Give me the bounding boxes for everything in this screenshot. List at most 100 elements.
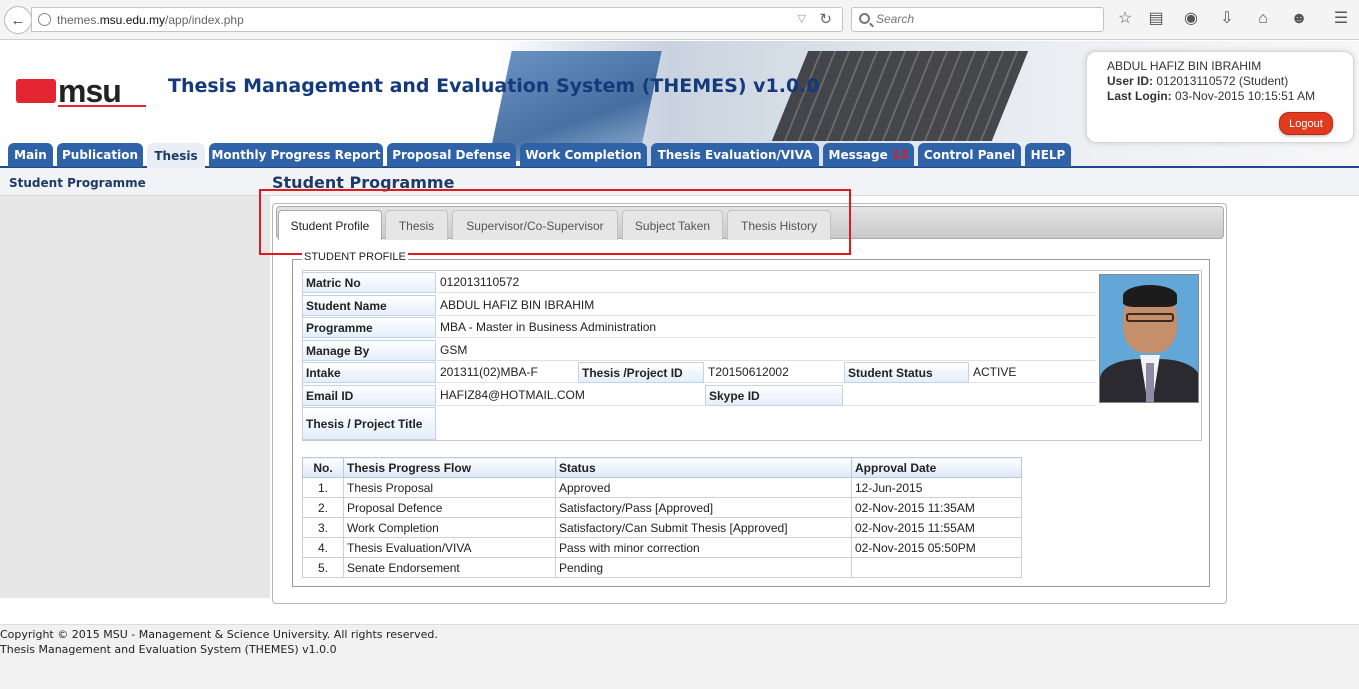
row-status: Satisfactory/Pass [Approved] <box>555 497 852 518</box>
nav-tab-monthly-progress-report[interactable]: Monthly Progress Report <box>209 143 383 167</box>
search-icon <box>859 13 870 24</box>
row-flow: Work Completion <box>343 517 556 538</box>
photo-hair <box>1123 285 1177 307</box>
footer-copyright: Copyright © 2015 MSU - Management & Scie… <box>0 628 438 641</box>
menu-icon[interactable]: ☰ <box>1331 9 1351 29</box>
row-date: 02-Nov-2015 11:55AM <box>851 517 1022 538</box>
browser-search-box[interactable] <box>851 7 1104 32</box>
chat-icon[interactable]: ☻ <box>1289 9 1309 29</box>
row-status: Approved <box>555 477 852 498</box>
student-name-value: ABDUL HAFIZ BIN IBRAHIM <box>437 295 1096 316</box>
home-icon[interactable]: ⌂ <box>1253 9 1273 29</box>
project-title-label: Thesis / Project Title <box>302 407 436 440</box>
nav-tab-control-panel[interactable]: Control Panel <box>918 143 1021 167</box>
browser-toolbar: ← themes.msu.edu.my/app/index.php ▽ ↻ ☆ … <box>0 0 1359 40</box>
col-flow-header: Thesis Progress Flow <box>343 457 556 478</box>
manage-by-label: Manage By <box>302 340 436 361</box>
table-row: 4. Thesis Evaluation/VIVA Pass with mino… <box>302 537 1022 558</box>
student-name-label: Student Name <box>302 295 436 316</box>
project-id-label: Thesis /Project ID <box>578 362 704 383</box>
app-title: Thesis Management and Evaluation System … <box>168 75 820 97</box>
fieldset-legend: STUDENT PROFILE <box>302 251 408 263</box>
intake-value: 201311(02)MBA-F <box>437 362 577 383</box>
table-header-row: No. Thesis Progress Flow Status Approval… <box>302 457 1022 478</box>
col-no-header: No. <box>302 457 344 478</box>
message-count-badge: 13 <box>891 148 909 162</box>
matric-label: Matric No <box>302 272 436 293</box>
programme-label: Programme <box>302 317 436 338</box>
skype-value <box>844 385 1096 406</box>
student-status-label: Student Status <box>844 362 969 383</box>
last-login: Last Login: 03-Nov-2015 10:15:51 AM <box>1107 89 1316 103</box>
user-info-box: ABDUL HAFIZ BIN IBRAHIM User ID: 0120131… <box>1086 51 1354 143</box>
sidebar-item-student-programme[interactable]: Student Programme <box>9 176 146 190</box>
user-id: User ID: 012013110572 (Student) <box>1107 74 1289 88</box>
download-icon[interactable]: ⇩ <box>1217 9 1237 29</box>
globe-icon <box>38 13 51 26</box>
row-status: Pending <box>555 557 852 578</box>
nav-tab-help[interactable]: HELP <box>1025 143 1071 167</box>
row-no: 2. <box>302 497 344 518</box>
matric-value: 012013110572 <box>437 272 1096 293</box>
nav-tab-main[interactable]: Main <box>8 143 53 167</box>
footer: Copyright © 2015 MSU - Management & Scie… <box>0 624 1359 689</box>
row-date: 02-Nov-2015 05:50PM <box>851 537 1022 558</box>
hibiscus-logo-icon <box>16 79 56 103</box>
user-name: ABDUL HAFIZ BIN IBRAHIM <box>1107 59 1262 73</box>
row-date <box>851 557 1022 578</box>
nav-tab-thesis[interactable]: Thesis <box>147 143 205 168</box>
logo-underline <box>58 105 146 107</box>
pocket-icon[interactable]: ◉ <box>1181 9 1201 29</box>
row-no: 1. <box>302 477 344 498</box>
programme-value: MBA - Master in Business Administration <box>437 317 1096 338</box>
col-date-header: Approval Date <box>851 457 1022 478</box>
manage-by-value: GSM <box>437 340 1096 361</box>
reload-icon[interactable]: ↻ <box>819 10 832 28</box>
dropdown-arrow-icon[interactable]: ▽ <box>798 12 806 25</box>
highlight-box <box>259 189 851 255</box>
reading-list-icon[interactable]: ▤ <box>1146 9 1166 29</box>
intake-label: Intake <box>302 362 436 383</box>
search-input[interactable] <box>876 12 1076 26</box>
footer-system-name: Thesis Management and Evaluation System … <box>0 643 337 656</box>
row-no: 3. <box>302 517 344 538</box>
url-text: themes.msu.edu.my/app/index.php <box>57 13 244 27</box>
nav-tab-message[interactable]: Message 13 <box>823 143 914 167</box>
nav-tab-thesis-evaluation-viva[interactable]: Thesis Evaluation/VIVA <box>651 143 819 167</box>
url-bar[interactable]: themes.msu.edu.my/app/index.php ▽ ↻ <box>31 7 843 32</box>
student-photo <box>1099 274 1199 403</box>
nav-tab-publication[interactable]: Publication <box>57 143 143 167</box>
row-date: 12-Jun-2015 <box>851 477 1022 498</box>
photo-tie <box>1146 363 1154 402</box>
thesis-progress-table: No. Thesis Progress Flow Status Approval… <box>302 457 1022 578</box>
star-icon[interactable]: ☆ <box>1115 9 1135 29</box>
row-status: Satisfactory/Can Submit Thesis [Approved… <box>555 517 852 538</box>
row-flow: Senate Endorsement <box>343 557 556 578</box>
photo-glasses <box>1126 313 1174 322</box>
row-no: 4. <box>302 537 344 558</box>
row-status: Pass with minor correction <box>555 537 852 558</box>
row-date: 02-Nov-2015 11:35AM <box>851 497 1022 518</box>
row-flow: Proposal Defence <box>343 497 556 518</box>
table-row: 3. Work Completion Satisfactory/Can Subm… <box>302 517 1022 538</box>
email-value: HAFIZ84@HOTMAIL.COM <box>437 385 704 406</box>
project-id-value: T20150612002 <box>705 362 843 383</box>
nav-tab-message-label: Message <box>828 148 888 162</box>
back-arrow-icon[interactable]: ← <box>4 6 32 34</box>
col-status-header: Status <box>555 457 852 478</box>
row-no: 5. <box>302 557 344 578</box>
nav-tab-work-completion[interactable]: Work Completion <box>520 143 647 167</box>
table-row: 5. Senate Endorsement Pending <box>302 557 1022 578</box>
row-flow: Thesis Evaluation/VIVA <box>343 537 556 558</box>
table-row: 2. Proposal Defence Satisfactory/Pass [A… <box>302 497 1022 518</box>
project-title-value <box>437 407 1200 440</box>
table-row: 1. Thesis Proposal Approved 12-Jun-2015 <box>302 477 1022 498</box>
msu-logo[interactable]: msu <box>16 73 146 109</box>
skype-label: Skype ID <box>705 385 843 406</box>
student-status-value: ACTIVE <box>970 362 1096 383</box>
nav-tab-proposal-defense[interactable]: Proposal Defense <box>387 143 516 167</box>
email-label: Email ID <box>302 385 436 406</box>
row-flow: Thesis Proposal <box>343 477 556 498</box>
logout-button[interactable]: Logout <box>1279 112 1333 135</box>
sidebar: Student Programme <box>0 168 270 598</box>
